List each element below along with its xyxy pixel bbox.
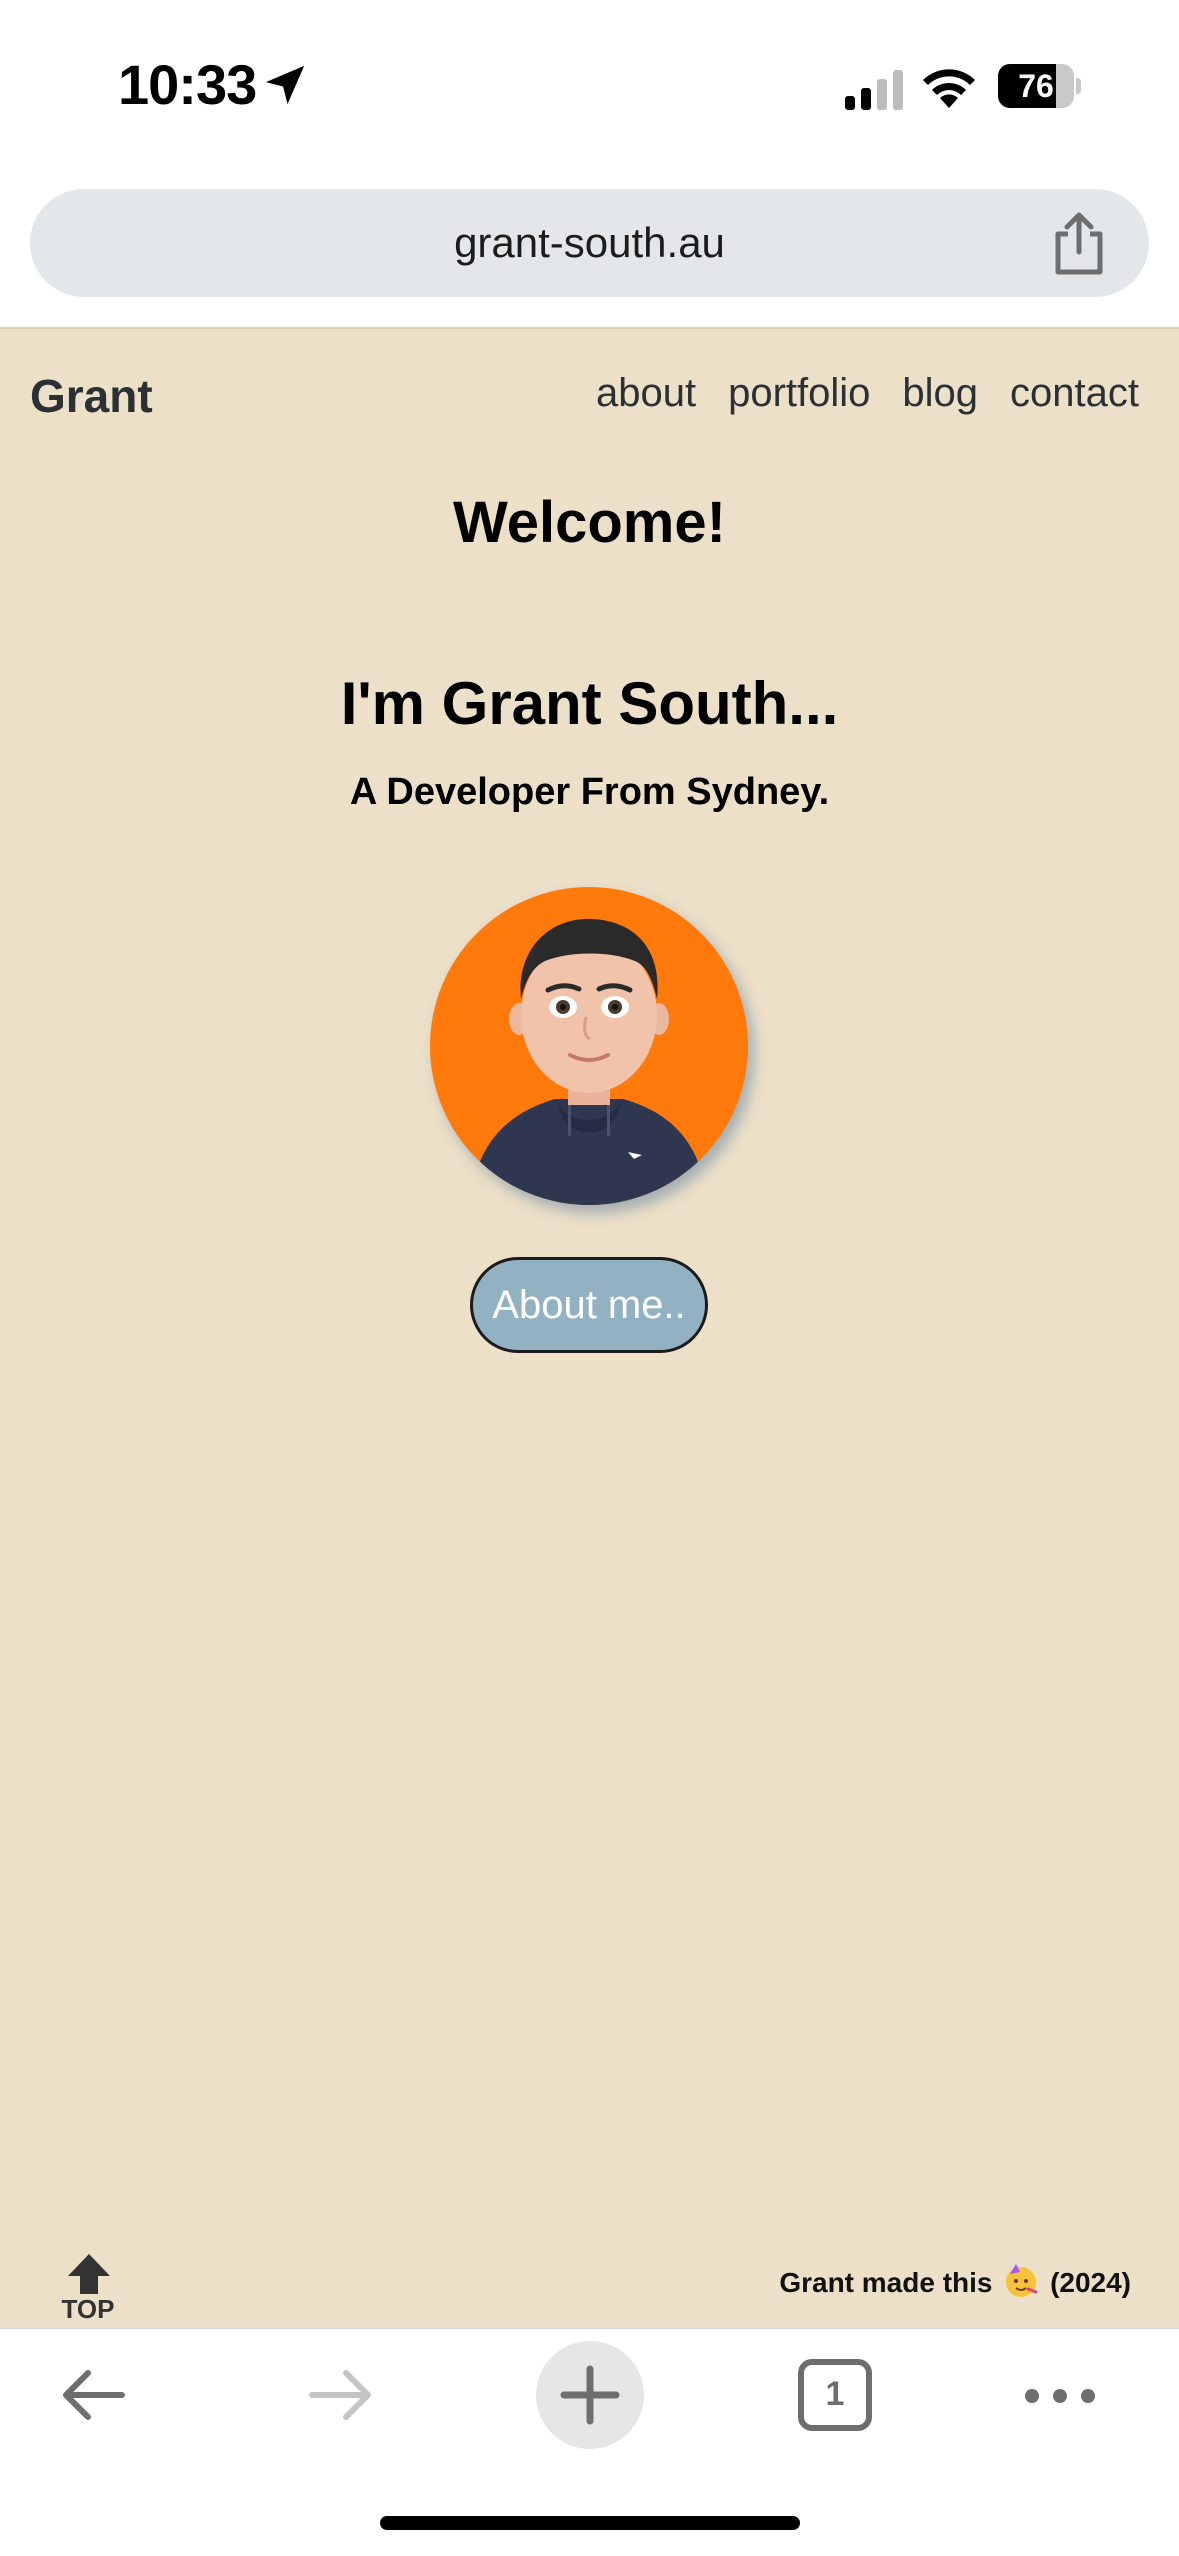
- footer-credit: Grant made this (2024): [779, 2264, 1131, 2299]
- nav-about[interactable]: about: [596, 371, 696, 416]
- home-indicator[interactable]: [380, 2516, 800, 2530]
- about-me-button[interactable]: About me..: [470, 1257, 708, 1353]
- battery-level: 76: [1018, 68, 1054, 104]
- new-tab-button[interactable]: [536, 2341, 644, 2449]
- status-bar: 10:33 76: [0, 0, 1179, 175]
- tabs-button[interactable]: 1: [798, 2359, 872, 2431]
- more-icon[interactable]: [1022, 2381, 1098, 2411]
- nav-contact[interactable]: contact: [1010, 371, 1139, 416]
- address-bar[interactable]: grant-south.au: [30, 189, 1149, 297]
- location-arrow-icon: [265, 65, 305, 105]
- share-icon[interactable]: [1050, 212, 1108, 276]
- wifi-icon: [923, 69, 975, 108]
- cellular-signal-icon: [845, 70, 903, 110]
- intro-heading: I'm Grant South...: [340, 670, 839, 737]
- status-time: 10:33: [118, 53, 257, 116]
- avatar: [430, 887, 748, 1205]
- footer-text-after: (2024): [1050, 2267, 1131, 2298]
- site-nav: about portfolio blog contact: [596, 371, 1139, 416]
- nav-blog[interactable]: blog: [902, 371, 978, 416]
- plus-icon: [560, 2365, 620, 2425]
- web-page: Grant about portfolio blog contact Welco…: [0, 327, 1179, 2328]
- nav-portfolio[interactable]: portfolio: [728, 371, 870, 416]
- party-face-emoji-icon: [1006, 2264, 1038, 2297]
- intro-subheading: A Developer From Sydney.: [349, 771, 830, 813]
- site-brand[interactable]: Grant: [30, 369, 153, 423]
- up-arrow-icon: [68, 2254, 110, 2294]
- battery-icon: 76: [998, 64, 1081, 108]
- url-text[interactable]: grant-south.au: [30, 189, 1149, 297]
- back-arrow-icon[interactable]: [58, 2359, 130, 2431]
- footer-text-before: Grant made this: [779, 2267, 993, 2298]
- forward-arrow-icon[interactable]: [304, 2359, 376, 2431]
- top-label: TOP: [61, 2294, 115, 2324]
- memoji-avatar-icon: [470, 918, 708, 1205]
- welcome-heading: Welcome!: [453, 490, 726, 555]
- back-to-top-link[interactable]: TOP: [58, 2254, 118, 2324]
